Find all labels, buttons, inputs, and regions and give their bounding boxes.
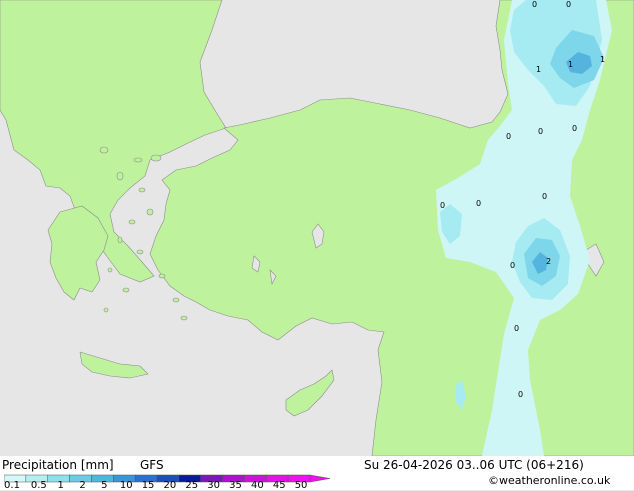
value-label: 0 (538, 127, 543, 136)
value-label: 1 (536, 65, 541, 74)
value-label: 0 (572, 124, 577, 133)
legend-tick-label: 40 (250, 480, 264, 491)
legend-tick-label: 0.5 (30, 480, 47, 491)
legend-tick-label: 30 (207, 480, 221, 491)
value-label: 0 (440, 201, 445, 210)
value-label: 1 (600, 55, 605, 64)
legend-tick-label: 25 (185, 480, 199, 491)
valid-datetime: Su 26-04-2026 03..06 UTC (06+216) (364, 458, 584, 472)
legend-tick-label: 1 (57, 480, 64, 491)
legend-tick-label: 20 (163, 480, 177, 491)
legend-tick-label: 45 (272, 480, 286, 491)
legend-tick-label: 0.1 (4, 480, 20, 491)
value-label: 0 (476, 199, 481, 208)
value-label: 2 (546, 257, 551, 266)
value-label: 0 (510, 261, 515, 270)
legend-tick-label: 50 (294, 480, 308, 491)
legend-tick-label: 2 (79, 480, 86, 491)
legend-tick-label: 10 (119, 480, 133, 491)
legend-overflow-arrow (309, 474, 331, 483)
value-label: 1 (568, 60, 573, 69)
value-label: 0 (542, 192, 547, 201)
value-label: 0 (566, 0, 571, 9)
credit-text: ©weatheronline.co.uk (488, 474, 611, 487)
map-footer: Precipitation [mm] GFS Su 26-04-2026 03.… (0, 456, 634, 490)
value-label: 0 (532, 0, 537, 9)
value-label: 0 (514, 324, 519, 333)
precipitation-map: 0 1 1 1 0 0 0 0 0 0 0 2 0 0 0 (0, 0, 634, 456)
map-title: Precipitation [mm] (2, 458, 114, 472)
value-label: 0 (506, 132, 511, 141)
legend-tick-label: 35 (229, 480, 242, 491)
model-name: GFS (140, 458, 164, 472)
legend-tick-label: 5 (101, 480, 108, 491)
value-label: 0 (518, 390, 523, 399)
legend-tick-label: 15 (141, 480, 155, 491)
